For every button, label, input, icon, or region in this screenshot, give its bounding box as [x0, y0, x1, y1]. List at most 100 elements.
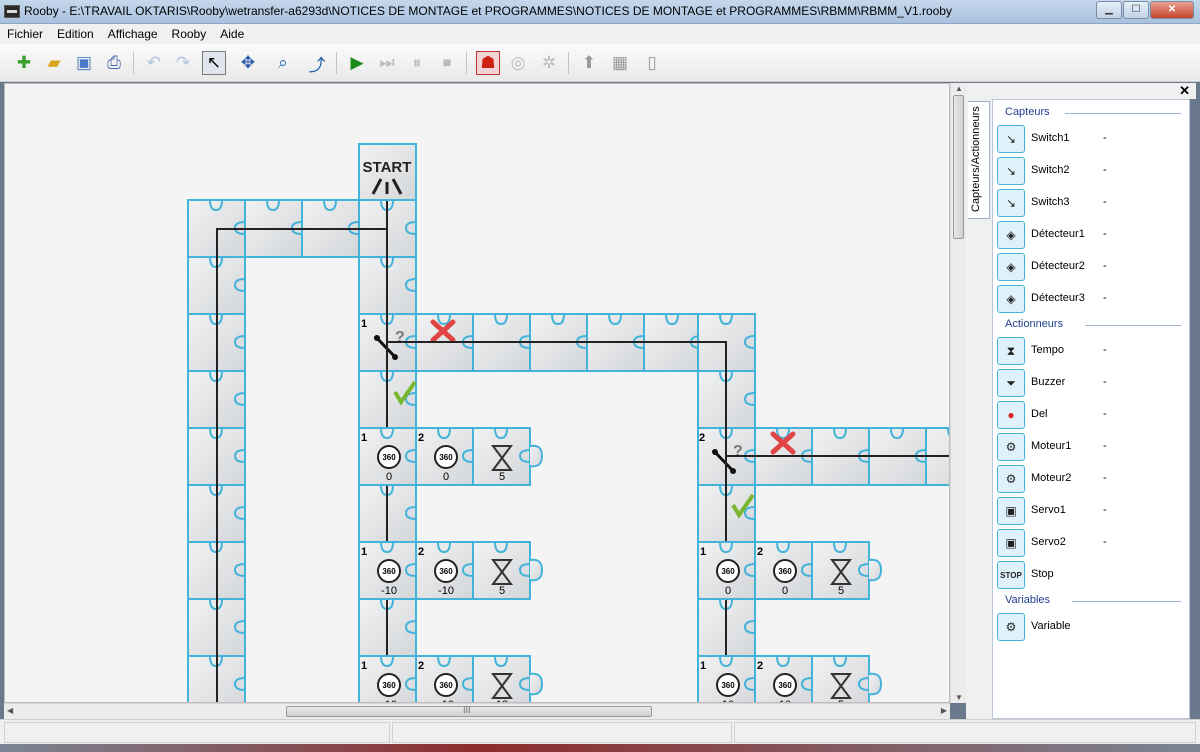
taskbar-strip	[0, 744, 1200, 752]
panel-item-d-tecteur1[interactable]: ◈ Détecteur1 -	[997, 220, 1185, 250]
item-label: Tempo	[1031, 344, 1065, 356]
question-icon: ?	[395, 329, 405, 346]
panel-icon[interactable]: ▦	[608, 51, 632, 75]
horizontal-scroll-thumb[interactable]: III	[286, 705, 652, 717]
vertical-scroll-thumb[interactable]	[953, 95, 964, 239]
item-label: Switch1	[1031, 132, 1070, 144]
undo-icon[interactable]: ↶	[142, 51, 166, 75]
instruction-row[interactable]: 360 360 1 2 0 0 5	[697, 541, 882, 600]
section-divider	[1084, 325, 1181, 326]
window-title: Rooby - E:\TRAVAIL OKTARIS\Rooby\wetrans…	[24, 4, 952, 18]
item-label: Moteur2	[1031, 472, 1072, 484]
variable-icon: ⚙	[997, 613, 1025, 641]
save-icon[interactable]: ▣	[72, 51, 96, 75]
item-value: -	[1103, 164, 1107, 176]
panel-item-variable[interactable]: ⚙ Variable	[997, 612, 1185, 642]
item-value: -	[1103, 196, 1107, 208]
item-value: -	[1103, 376, 1107, 388]
motor-index: 2	[757, 546, 763, 558]
motor-speed: 0	[782, 585, 788, 597]
hourglass-icon: ⧗	[997, 337, 1025, 365]
panel-tab-column: Capteurs/Actionneurs	[966, 99, 992, 719]
panel-item-tempo[interactable]: ⧗ Tempo -	[997, 336, 1185, 366]
decision-number: 2	[699, 432, 705, 444]
motor-index: 1	[700, 660, 706, 672]
motor-speed: 0	[443, 471, 449, 483]
program-canvas[interactable]: START 1 ? 2 ? 360 360 1 2 0 0 5 360 360 …	[4, 83, 950, 703]
tempo-value: 5	[499, 471, 505, 483]
motor-icon: 360	[434, 445, 458, 469]
program-diagram[interactable]: START 1 ? 2 ? 360 3601 20 0 5360 3601 2-…	[5, 84, 950, 703]
panel-item-switch2[interactable]: ↘ Switch2 -	[997, 156, 1185, 186]
motor-degrees: 360	[382, 453, 396, 462]
toolbar: ✚ ▰ ▣ ⎙ ↶ ↷ ↖ ✥ ⌕ ⤴ ▶ ⏭ ⏸ ⏹ ☗ ◎ ✲ ⬆ ▦ ▯	[0, 44, 1200, 82]
panel-item-moteur2[interactable]: ⚙ Moteur2 -	[997, 464, 1185, 494]
instruction-row[interactable]: 36036012-10-1018	[358, 655, 543, 703]
motor-degrees: 360	[721, 681, 735, 690]
step-icon[interactable]: ⏭	[375, 51, 399, 75]
select-icon[interactable]: ↖	[202, 51, 226, 75]
title-bar: Rooby - E:\TRAVAIL OKTARIS\Rooby\wetrans…	[0, 0, 1200, 24]
connect-icon[interactable]: ◎	[506, 51, 530, 75]
start-block[interactable]: START	[358, 143, 417, 202]
zoom-icon[interactable]: ⌕	[271, 51, 295, 75]
panel-item-moteur1[interactable]: ⚙ Moteur1 -	[997, 432, 1185, 462]
panel-item-d-tecteur3[interactable]: ◈ Détecteur3 -	[997, 284, 1185, 314]
minimize-button[interactable]: ▁	[1096, 1, 1122, 19]
panel-item-switch1[interactable]: ↘ Switch1 -	[997, 124, 1185, 154]
motor-index: 1	[361, 432, 367, 444]
motor-icon: 360	[773, 559, 797, 583]
item-value: -	[1103, 228, 1107, 240]
print-icon[interactable]: ⎙	[102, 51, 126, 75]
upload-icon[interactable]: ⬆	[577, 51, 601, 75]
sensors-actuators-panel: Capteurs ↘ Switch1 - ↘ Switch2 - ↘ Switch3 - ◈ Déte…	[992, 99, 1190, 719]
item-label: Détecteur3	[1031, 292, 1085, 304]
switch-icon: ↘	[997, 189, 1025, 217]
motor-index: 2	[418, 432, 424, 444]
motor-icon: 360	[716, 559, 740, 583]
robot-icon[interactable]: ☗	[476, 51, 500, 75]
menu-rooby[interactable]: Rooby	[165, 27, 214, 41]
panel-item-d-tecteur2[interactable]: ◈ Détecteur2 -	[997, 252, 1185, 282]
debug-icon[interactable]: ✲	[537, 51, 561, 75]
panel-item-servo2[interactable]: ▣ Servo2 -	[997, 528, 1185, 558]
item-label: Détecteur2	[1031, 260, 1085, 272]
instruction-row[interactable]: 360 360 1 2 0 0 5	[358, 427, 543, 486]
question-icon: ?	[733, 443, 743, 460]
panel-item-del[interactable]: ● Del -	[997, 400, 1185, 430]
item-label: Buzzer	[1031, 376, 1066, 388]
panel-item-buzzer[interactable]: ⏷ Buzzer -	[997, 368, 1185, 398]
tempo-value: 5	[499, 585, 505, 597]
open-icon[interactable]: ▰	[42, 51, 66, 75]
menu-affichage[interactable]: Affichage	[101, 27, 165, 41]
instruction-row[interactable]: 3603601210105	[697, 655, 882, 703]
item-label: Moteur1	[1031, 440, 1072, 452]
pause-icon[interactable]: ⏸	[405, 51, 429, 75]
panel-item-servo1[interactable]: ▣ Servo1 -	[997, 496, 1185, 526]
close-icon[interactable]: ✕	[1179, 83, 1190, 99]
menu-aide[interactable]: Aide	[213, 27, 251, 41]
panel-item-switch3[interactable]: ↘ Switch3 -	[997, 188, 1185, 218]
motor-speed: 0	[725, 585, 731, 597]
false-branch-1	[415, 313, 756, 429]
motor-icon: 360	[377, 559, 401, 583]
link-icon[interactable]: ⤴	[305, 51, 329, 75]
tab-capteurs-actionneurs[interactable]: Capteurs/Actionneurs	[968, 101, 990, 219]
library-icon[interactable]: ▯	[640, 51, 664, 75]
item-value: -	[1103, 408, 1107, 420]
tempo-value: 5	[838, 585, 844, 597]
instruction-row[interactable]: 360 360 1 2 -10 -10 5	[358, 541, 543, 600]
maximize-button[interactable]: ☐	[1123, 1, 1149, 19]
horizontal-scrollbar[interactable]: ◀ III ▶	[4, 703, 950, 719]
vertical-scrollbar[interactable]: ▲ ▼	[950, 83, 966, 703]
redo-icon[interactable]: ↷	[171, 51, 195, 75]
play-icon[interactable]: ▶	[345, 51, 369, 75]
stop-icon[interactable]: ⏹	[435, 51, 459, 75]
panel-item-stop[interactable]: STOP Stop	[997, 560, 1185, 590]
close-button[interactable]: ✕	[1150, 1, 1194, 19]
menu-fichier[interactable]: Fichier	[0, 27, 50, 41]
move-icon[interactable]: ✥	[236, 51, 260, 75]
switch-icon: ↘	[997, 157, 1025, 185]
new-icon[interactable]: ✚	[12, 51, 36, 75]
menu-edition[interactable]: Edition	[50, 27, 101, 41]
